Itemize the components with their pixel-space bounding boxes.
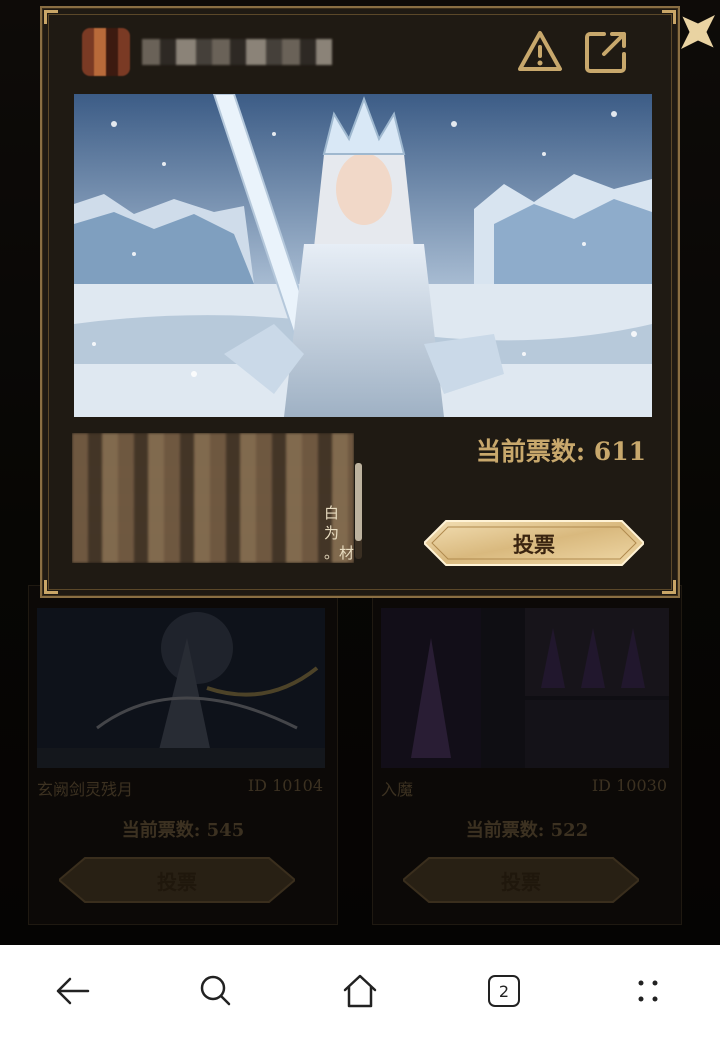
scrollbar-thumb[interactable]	[355, 463, 362, 541]
frame-corner	[44, 580, 58, 594]
entry-description: 白 为 。材	[72, 433, 354, 563]
entry-main-image[interactable]	[74, 94, 652, 417]
close-button[interactable]	[676, 8, 720, 56]
description-visible-fragment: 白 为 。材	[323, 504, 354, 562]
star-close-icon	[681, 15, 715, 49]
frame-corner	[662, 10, 676, 24]
arrow-left-icon	[56, 977, 90, 1005]
warning-triangle-icon	[518, 31, 562, 71]
frame-corner	[662, 580, 676, 594]
description-redacted	[72, 433, 354, 563]
author-info[interactable]	[82, 28, 332, 76]
back-button[interactable]	[42, 961, 102, 1021]
tabs-button[interactable]: 2	[474, 961, 534, 1021]
frame-corner	[44, 10, 58, 24]
home-button[interactable]	[330, 961, 390, 1021]
vote-button[interactable]: 投票	[424, 518, 644, 568]
dots-menu-icon	[638, 980, 658, 1002]
author-name-redacted	[142, 39, 332, 65]
external-link-icon	[585, 32, 626, 73]
vote-button-label: 投票	[513, 532, 555, 557]
search-button[interactable]	[186, 961, 246, 1021]
description-scrollbar[interactable]	[355, 463, 362, 559]
home-icon	[343, 974, 377, 1008]
current-votes: 当前票数: 611	[475, 437, 646, 466]
share-button[interactable]	[582, 28, 630, 76]
menu-button[interactable]	[618, 961, 678, 1021]
report-button[interactable]	[516, 28, 564, 76]
browser-bottom-bar: 2	[0, 945, 720, 1037]
tabs-icon: 2	[488, 975, 520, 1007]
avatar[interactable]	[82, 28, 130, 76]
entry-detail-modal: 白 为 。材 当前票数: 611 投票	[40, 6, 680, 598]
search-icon	[200, 975, 231, 1006]
